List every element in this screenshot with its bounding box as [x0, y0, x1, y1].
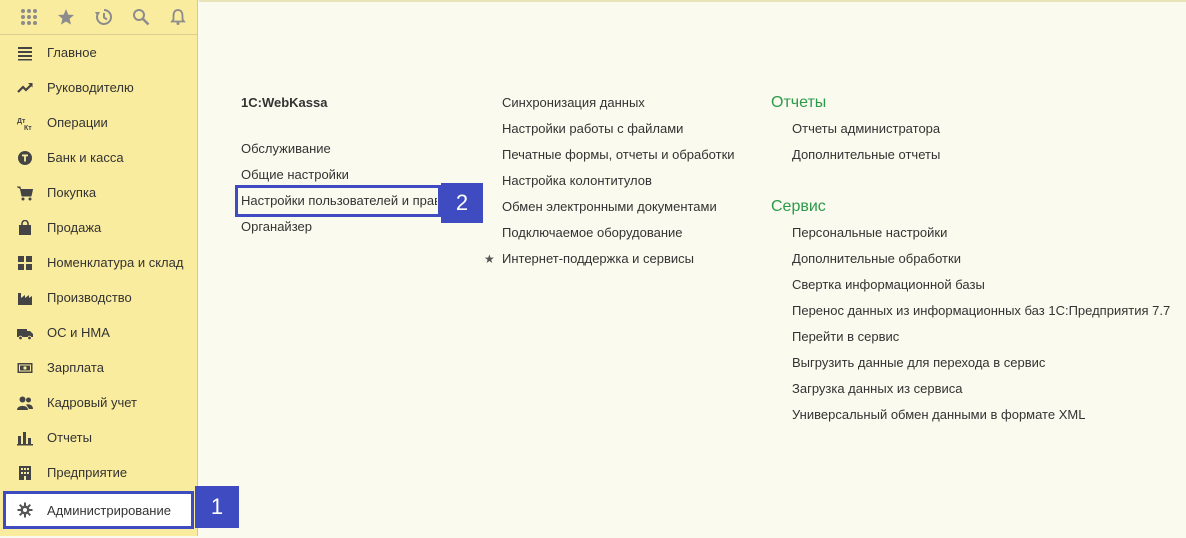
sidebar-item-main[interactable]: Главное	[0, 35, 197, 70]
trend-icon	[17, 80, 33, 96]
link-print-forms[interactable]: Печатные формы, отчеты и обработки	[502, 142, 735, 168]
link-maintenance[interactable]: Обслуживание	[241, 136, 437, 162]
bag-icon	[17, 219, 33, 236]
sidebar-item-administration[interactable]: Администрирование	[3, 491, 194, 529]
sidebar-item-label: Номенклатура и склад	[47, 255, 184, 270]
sidebar-item-label: Покупка	[47, 185, 97, 200]
star-icon[interactable]	[47, 0, 84, 34]
svg-text:Дт: Дт	[17, 118, 26, 125]
sidebar-item-operations[interactable]: Дт Кт Операции	[0, 105, 197, 140]
highlight-user-settings	[235, 185, 441, 217]
link-equipment[interactable]: Подключаемое оборудование	[502, 220, 735, 246]
sidebar-item-label: Предприятие	[47, 465, 128, 480]
sidebar-item-purchase[interactable]: Покупка	[0, 175, 197, 210]
link-headers-footers[interactable]: Настройка колонтитулов	[502, 168, 735, 194]
sidebar-item-reports[interactable]: Отчеты	[0, 420, 197, 455]
sidebar-item-label: Зарплата	[47, 360, 104, 375]
apps-grid-icon[interactable]	[10, 0, 47, 34]
grid-icon	[17, 255, 33, 271]
sidebar-nav: Главное Руководителю Дт Кт Операции Банк …	[0, 35, 197, 529]
sidebar-item-manager[interactable]: Руководителю	[0, 70, 197, 105]
menu-icon	[17, 45, 33, 61]
sidebar-item-sales[interactable]: Продажа	[0, 210, 197, 245]
link-infobase-collapse[interactable]: Свертка информационной базы	[792, 272, 1170, 298]
sidebar-item-label: ОС и НМА	[47, 325, 110, 340]
section-title-service: Сервис	[771, 198, 826, 215]
sidebar-item-nomenclature[interactable]: Номенклатура и склад	[0, 245, 197, 280]
building-icon	[17, 465, 33, 481]
sidebar-item-label: Отчеты	[47, 430, 92, 445]
link-transfer-77[interactable]: Перенос данных из информационных баз 1С:…	[792, 298, 1170, 324]
sidebar-item-assets[interactable]: ОС и НМА	[0, 315, 197, 350]
link-additional-processing[interactable]: Дополнительные обработки	[792, 246, 1170, 272]
money-icon	[17, 360, 33, 376]
link-internet-support-label: Интернет-поддержка и сервисы	[502, 251, 695, 266]
main-content: 1С:WebKassa Обслуживание Общие настройки…	[199, 0, 1186, 538]
history-icon[interactable]	[85, 0, 122, 34]
sidebar-item-label: Кадровый учет	[47, 395, 137, 410]
sidebar: Главное Руководителю Дт Кт Операции Банк …	[0, 0, 198, 536]
people-icon	[17, 395, 33, 411]
sidebar-item-label: Банк и касса	[47, 150, 124, 165]
link-file-settings[interactable]: Настройки работы с файлами	[502, 116, 735, 142]
cart-icon	[17, 185, 33, 201]
sidebar-toolbar	[0, 0, 197, 35]
sidebar-item-label: Операции	[47, 115, 108, 130]
section-title-webkassa: 1С:WebKassa	[241, 95, 328, 110]
factory-icon	[17, 290, 33, 306]
step-badge-2: 2	[441, 183, 483, 223]
link-personal-settings[interactable]: Персональные настройки	[792, 220, 1170, 246]
link-organizer[interactable]: Органайзер	[241, 214, 437, 240]
sidebar-item-enterprise[interactable]: Предприятие	[0, 455, 197, 490]
svg-text:Кт: Кт	[24, 125, 32, 131]
link-data-sync[interactable]: Синхронизация данных	[502, 90, 735, 116]
link-xml-exchange[interactable]: Универсальный обмен данными в формате XM…	[792, 402, 1170, 428]
sidebar-item-label: Продажа	[47, 220, 102, 235]
section-title-reports: Отчеты	[771, 94, 827, 111]
coin-icon	[17, 150, 33, 166]
sidebar-item-production[interactable]: Производство	[0, 280, 197, 315]
sidebar-item-label: Производство	[47, 290, 132, 305]
link-import-from-service[interactable]: Загрузка данных из сервиса	[792, 376, 1170, 402]
column-reports-service: Отчеты Отчеты администратора Дополнитель…	[771, 90, 1170, 428]
link-edi[interactable]: Обмен электронными документами	[502, 194, 735, 220]
sidebar-item-bank[interactable]: Банк и касса	[0, 140, 197, 175]
link-go-to-service[interactable]: Перейти в сервис	[792, 324, 1170, 350]
sidebar-item-label: Администрирование	[47, 502, 171, 518]
sidebar-item-label: Главное	[47, 45, 97, 60]
column-settings: Синхронизация данных Настройки работы с …	[484, 90, 735, 272]
sidebar-item-label: Руководителю	[47, 80, 134, 95]
gear-icon	[17, 502, 33, 518]
favorite-star-icon[interactable]: ★	[484, 246, 495, 272]
truck-icon	[17, 325, 33, 341]
column-webkassa: 1С:WebKassa Обслуживание Общие настройки…	[241, 90, 437, 240]
link-internet-support[interactable]: ★ Интернет-поддержка и сервисы	[484, 246, 735, 272]
link-admin-reports[interactable]: Отчеты администратора	[792, 116, 1170, 142]
link-additional-reports[interactable]: Дополнительные отчеты	[792, 142, 1170, 168]
sidebar-item-salary[interactable]: Зарплата	[0, 350, 197, 385]
sidebar-item-hr[interactable]: Кадровый учет	[0, 385, 197, 420]
bell-icon[interactable]	[160, 0, 197, 34]
bar-chart-icon	[17, 430, 33, 446]
search-icon[interactable]	[122, 0, 159, 34]
link-export-for-service[interactable]: Выгрузить данные для перехода в сервис	[792, 350, 1170, 376]
dt-kt-icon: Дт Кт	[17, 115, 33, 131]
